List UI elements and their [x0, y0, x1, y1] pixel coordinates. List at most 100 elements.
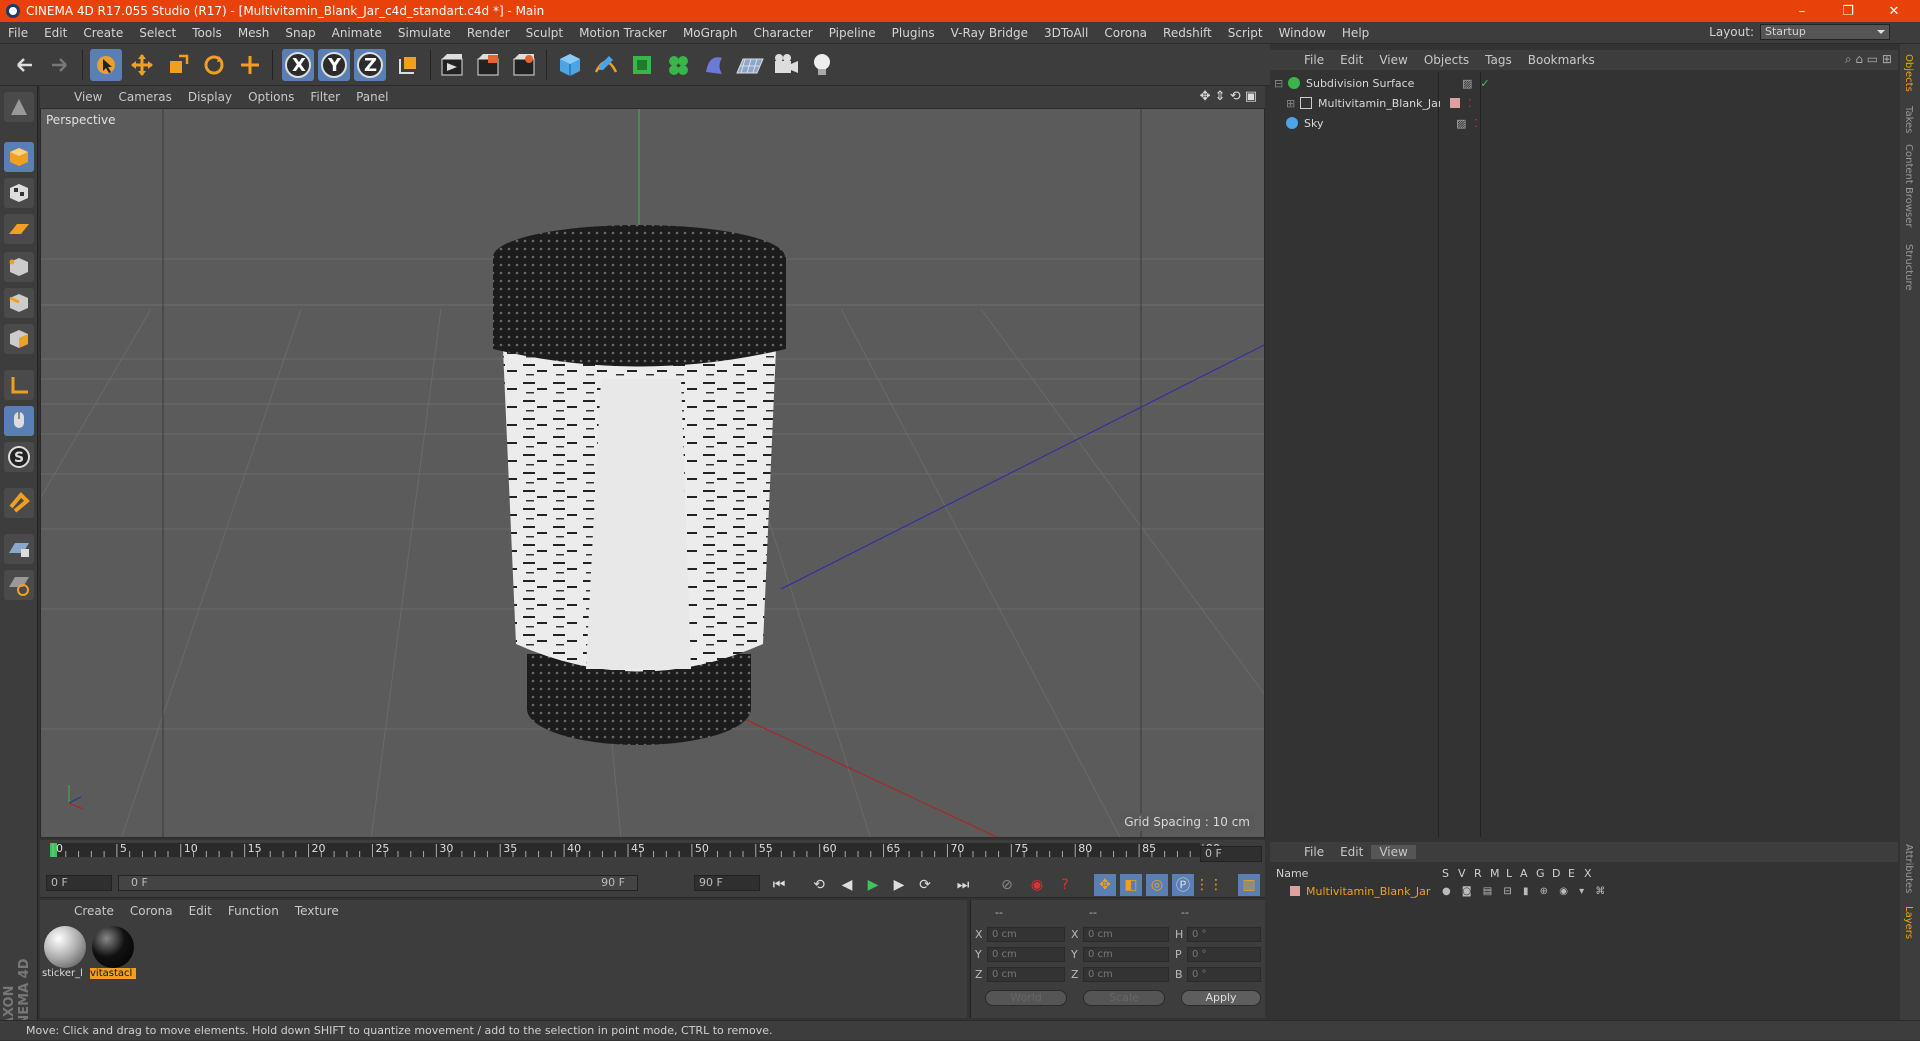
floor-icon[interactable]	[734, 49, 766, 81]
keyframe-selection-icon[interactable]: ?	[1054, 874, 1076, 896]
key-rotation-icon[interactable]: ◎	[1146, 874, 1168, 896]
deformer-icon[interactable]	[698, 49, 730, 81]
menu-animate[interactable]: Animate	[324, 26, 390, 40]
timeline-window-icon[interactable]: ▥	[1238, 874, 1260, 896]
tab-layers[interactable]: Layers	[1903, 906, 1914, 939]
menu-vray-bridge[interactable]: V-Ray Bridge	[943, 26, 1036, 40]
enable-axis-icon[interactable]	[4, 370, 34, 400]
end-frame-field[interactable]: 90 F	[694, 875, 760, 891]
z-axis-lock-button[interactable]: Z	[354, 49, 386, 81]
menu-tools[interactable]: Tools	[184, 26, 230, 40]
scale-tool-icon[interactable]	[162, 49, 194, 81]
object-visibility-icon[interactable]: ▨	[1462, 77, 1472, 90]
menu-snap[interactable]: Snap	[277, 26, 323, 40]
object-menu-file[interactable]: File	[1296, 53, 1332, 67]
polygons-mode-icon[interactable]	[4, 324, 34, 354]
light-icon[interactable]	[806, 49, 838, 81]
menu-render[interactable]: Render	[459, 26, 518, 40]
menu-mesh[interactable]: Mesh	[230, 26, 278, 40]
position-z-field[interactable]: 0 cm	[987, 967, 1065, 982]
layer-color-swatch[interactable]	[1450, 98, 1460, 108]
object-menu-view[interactable]: View	[1371, 53, 1415, 67]
rotation-p-field[interactable]: 0 °	[1187, 947, 1261, 962]
menu-plugins[interactable]: Plugins	[884, 26, 943, 40]
y-axis-lock-button[interactable]: Y	[318, 49, 350, 81]
menu-select[interactable]: Select	[131, 26, 184, 40]
object-menu-bookmarks[interactable]: Bookmarks	[1520, 53, 1603, 67]
minimize-button[interactable]: –	[1780, 0, 1824, 22]
maximize-button[interactable]: ❐	[1826, 0, 1870, 22]
key-scale-icon[interactable]: ◧	[1120, 874, 1142, 896]
object-row[interactable]: ⊟ Subdivision Surface ▨ ✓	[1274, 74, 1894, 92]
material-swatch[interactable]: sticker_l	[42, 926, 88, 984]
layer-toggle-icons[interactable]: ● ◙ ▤ ⊟ ▮ ⊕ ◉ ▾ ⌘	[1442, 886, 1609, 897]
menu-corona[interactable]: Corona	[1096, 26, 1155, 40]
redo-button[interactable]	[44, 49, 76, 81]
x-axis-lock-button[interactable]: X	[282, 49, 314, 81]
viewport-menu-cameras[interactable]: Cameras	[110, 90, 179, 104]
goto-prev-key-button[interactable]: ⟲	[808, 874, 830, 896]
apply-button[interactable]: Apply	[1181, 990, 1261, 1006]
layer-menu-file[interactable]: File	[1296, 845, 1332, 859]
material-menu-create[interactable]: Create	[66, 904, 122, 918]
material-menu-edit[interactable]: Edit	[181, 904, 220, 918]
menu-edit[interactable]: Edit	[36, 26, 75, 40]
tab-content-browser[interactable]: Content Browser	[1903, 144, 1914, 227]
start-frame-field[interactable]: 0 F	[46, 875, 112, 891]
layout-dropdown[interactable]: Startup	[1760, 24, 1890, 40]
magnet-icon[interactable]	[4, 488, 34, 518]
coordinate-system-dropdown[interactable]: World	[985, 990, 1067, 1006]
goto-next-key-button[interactable]: ⟳	[914, 874, 936, 896]
preview-range-slider[interactable]: 0 F 90 F	[118, 875, 638, 891]
object-row[interactable]: Sky ▨ ⁚	[1274, 114, 1894, 132]
cloner-icon[interactable]	[662, 49, 694, 81]
key-pla-icon[interactable]: ⋮⋮	[1198, 874, 1220, 896]
pen-spline-icon[interactable]	[590, 49, 622, 81]
render-settings-icon[interactable]	[508, 49, 540, 81]
object-visibility-dots-icon[interactable]: ⁚	[1468, 97, 1472, 110]
material-swatch-selected[interactable]: vitastacl	[90, 926, 136, 984]
menu-character[interactable]: Character	[745, 26, 820, 40]
tab-takes[interactable]: Takes	[1903, 106, 1914, 133]
current-frame-field[interactable]: 0 F	[1200, 846, 1262, 862]
viewport-menu-panel[interactable]: Panel	[348, 90, 396, 104]
edges-mode-icon[interactable]	[4, 288, 34, 318]
menu-window[interactable]: Window	[1271, 26, 1334, 40]
size-z-field[interactable]: 0 cm	[1083, 967, 1169, 982]
subdivision-surface-icon[interactable]	[626, 49, 658, 81]
tweak-mode-icon[interactable]	[4, 406, 34, 436]
object-menu-objects[interactable]: Objects	[1416, 53, 1477, 67]
menu-create[interactable]: Create	[75, 26, 131, 40]
timeline-ruler[interactable]: 051015202530354045505560657075808590 0 F	[40, 840, 1265, 868]
key-position-icon[interactable]: ✥	[1094, 874, 1116, 896]
object-row[interactable]: ⊞ Multivitamin_Blank_Jar ⁚	[1274, 94, 1894, 112]
object-menu-tags[interactable]: Tags	[1477, 53, 1520, 67]
texture-mode-icon[interactable]	[4, 178, 34, 208]
menu-redshift[interactable]: Redshift	[1155, 26, 1220, 40]
object-tag-icon[interactable]: ▨	[1456, 117, 1466, 130]
layer-menu-edit[interactable]: Edit	[1332, 845, 1371, 859]
position-y-field[interactable]: 0 cm	[987, 947, 1065, 962]
size-mode-dropdown[interactable]: Scale	[1083, 990, 1165, 1006]
material-menu-corona[interactable]: Corona	[122, 904, 181, 918]
tree-expander-icon[interactable]: ⊞	[1286, 97, 1296, 110]
3d-viewport[interactable]: Grid Spacing : 10 cm	[40, 108, 1265, 838]
goto-start-button[interactable]: ⏮	[768, 874, 790, 896]
planar-workplane-icon[interactable]	[4, 570, 34, 600]
autokey-icon[interactable]: ◉	[1026, 874, 1048, 896]
rotation-h-field[interactable]: 0 °	[1187, 927, 1261, 942]
render-view-icon[interactable]	[436, 49, 468, 81]
next-frame-button[interactable]: ▶	[888, 874, 910, 896]
size-y-field[interactable]: 0 cm	[1083, 947, 1169, 962]
key-parameter-icon[interactable]: Ⓟ	[1172, 874, 1194, 896]
viewport-menu-view[interactable]: View	[66, 90, 110, 104]
make-editable-icon[interactable]	[4, 92, 34, 122]
menu-pipeline[interactable]: Pipeline	[821, 26, 884, 40]
viewport-menu-options[interactable]: Options	[240, 90, 302, 104]
object-visibility-dots-icon[interactable]: ⁚	[1474, 117, 1478, 130]
menu-help[interactable]: Help	[1334, 26, 1377, 40]
prev-frame-button[interactable]: ◀	[836, 874, 858, 896]
locked-workplane-icon[interactable]	[4, 534, 34, 564]
undo-button[interactable]	[8, 49, 40, 81]
move-tool-icon[interactable]	[126, 49, 158, 81]
